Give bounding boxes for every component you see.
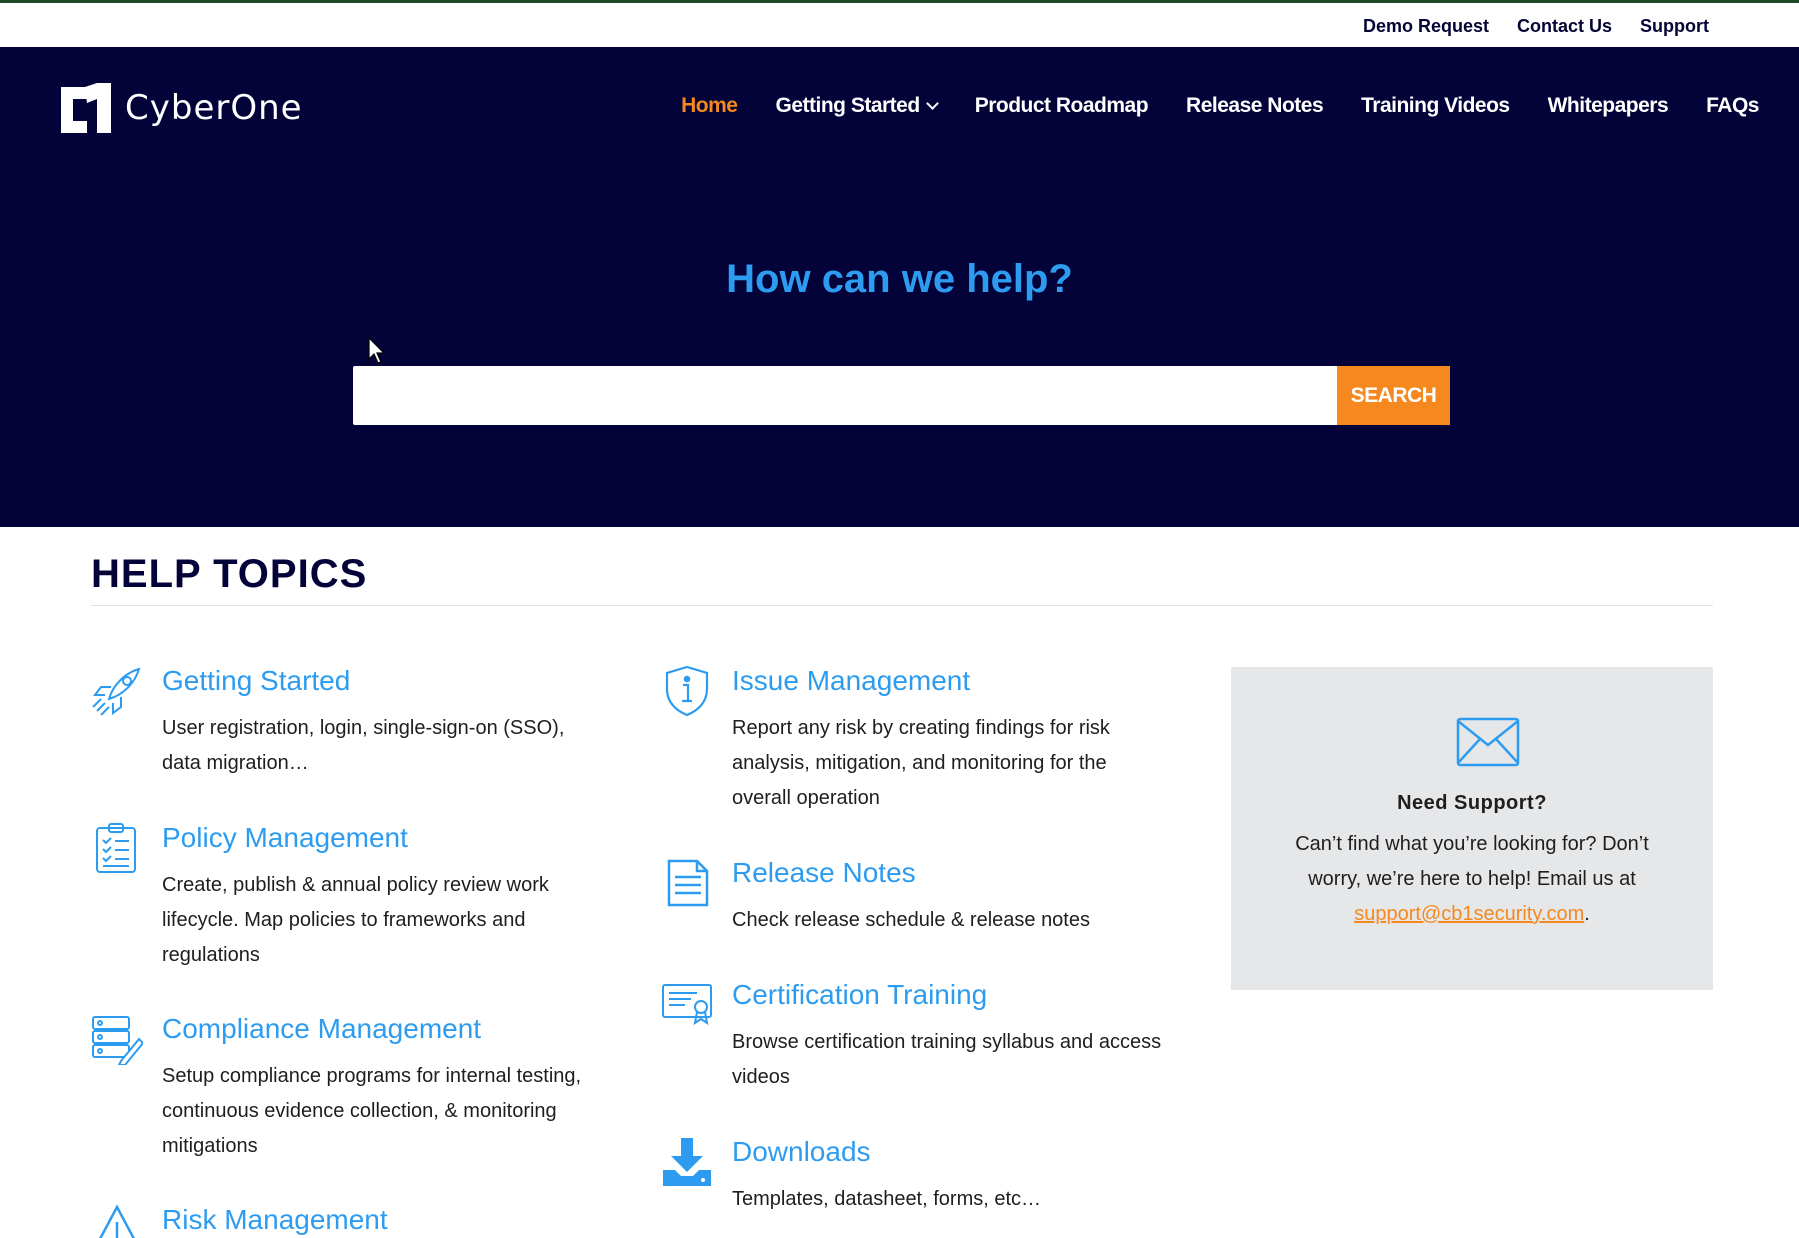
utility-bar: Demo Request Contact Us Support xyxy=(0,0,1799,47)
rocket-icon xyxy=(92,667,141,716)
topic-description: Create, publish & annual policy review w… xyxy=(162,874,549,966)
nav-faqs[interactable]: FAQs xyxy=(1706,94,1759,118)
support-box: Need Support? Can’t find what you’re loo… xyxy=(1231,667,1713,990)
certificate-icon xyxy=(662,984,712,1026)
nav-product-roadmap-label: Product Roadmap xyxy=(974,94,1149,117)
contact-us-link[interactable]: Contact Us xyxy=(1517,16,1612,37)
nav-faqs-label: FAQs xyxy=(1706,94,1759,117)
topic-title[interactable]: Release Notes xyxy=(732,857,916,889)
utility-links: Demo Request Contact Us Support xyxy=(1363,16,1709,37)
search-button[interactable]: SEARCH xyxy=(1337,366,1450,425)
support-text: Can’t find what you’re looking for? Don’… xyxy=(1295,833,1649,890)
hero-title: How can we help? xyxy=(726,257,1073,301)
search-input[interactable] xyxy=(353,366,1337,425)
topic-title[interactable]: Risk Management xyxy=(162,1204,388,1236)
topic-title[interactable]: Policy Management xyxy=(162,822,408,854)
shield-info-icon xyxy=(665,665,709,717)
help-topics-heading: HELP TOPICS xyxy=(91,552,368,596)
nav-release-notes-label: Release Notes xyxy=(1186,94,1324,117)
hero-section: CyberOne Home Getting Started Product Ro… xyxy=(0,47,1799,527)
topic-title[interactable]: Compliance Management xyxy=(162,1013,481,1045)
nav-product-roadmap[interactable]: Product Roadmap xyxy=(974,94,1149,118)
search-bar: SEARCH xyxy=(353,366,1450,425)
nav-home-label: Home xyxy=(681,94,738,117)
nav-release-notes[interactable]: Release Notes xyxy=(1186,94,1324,118)
c1-logo-mark-icon xyxy=(61,83,111,133)
nav-training-videos[interactable]: Training Videos xyxy=(1361,94,1510,118)
nav-whitepapers-label: Whitepapers xyxy=(1547,94,1669,117)
logo[interactable]: CyberOne xyxy=(57,79,303,137)
topic-title[interactable]: Certification Training xyxy=(732,979,987,1011)
nav-whitepapers[interactable]: Whitepapers xyxy=(1548,94,1669,118)
topic-description: User registration, login, single-sign-on… xyxy=(162,717,565,774)
topic-description: Report any risk by creating findings for… xyxy=(732,717,1110,809)
topic-title[interactable]: Getting Started xyxy=(162,665,350,697)
divider xyxy=(91,605,1713,606)
nav-getting-started[interactable]: Getting Started xyxy=(775,94,939,118)
support-suffix: . xyxy=(1584,903,1590,925)
support-email-link[interactable]: support@cb1security.com xyxy=(1354,903,1584,925)
topic-title[interactable]: Issue Management xyxy=(732,665,970,697)
topic-description: Check release schedule & release notes xyxy=(732,909,1090,931)
nav-home[interactable]: Home xyxy=(681,94,738,118)
nav-getting-started-label: Getting Started xyxy=(775,94,921,117)
download-icon xyxy=(663,1138,711,1186)
mouse-cursor-icon xyxy=(368,337,386,364)
support-description: Can’t find what you’re looking for? Don’… xyxy=(1271,827,1673,932)
demo-request-link[interactable]: Demo Request xyxy=(1363,16,1489,37)
topic-description: Setup compliance programs for internal t… xyxy=(162,1065,582,1157)
nav-training-videos-label: Training Videos xyxy=(1361,94,1510,117)
brand-name: CyberOne xyxy=(125,88,303,128)
server-edit-icon xyxy=(92,1016,143,1065)
main-nav: Home Getting Started Product Roadmap Rel… xyxy=(681,94,1759,118)
chevron-down-icon xyxy=(925,97,939,110)
warning-triangle-icon xyxy=(99,1204,135,1238)
envelope-icon xyxy=(1456,717,1520,767)
document-lines-icon xyxy=(667,859,709,907)
support-link[interactable]: Support xyxy=(1640,16,1709,37)
topic-title[interactable]: Downloads xyxy=(732,1136,871,1168)
topic-description: Templates, datasheet, forms, etc… xyxy=(732,1188,1042,1210)
topic-description: Browse certification training syllabus a… xyxy=(732,1031,1162,1088)
clipboard-checklist-icon xyxy=(96,823,136,873)
support-title: Need Support? xyxy=(1397,792,1547,814)
